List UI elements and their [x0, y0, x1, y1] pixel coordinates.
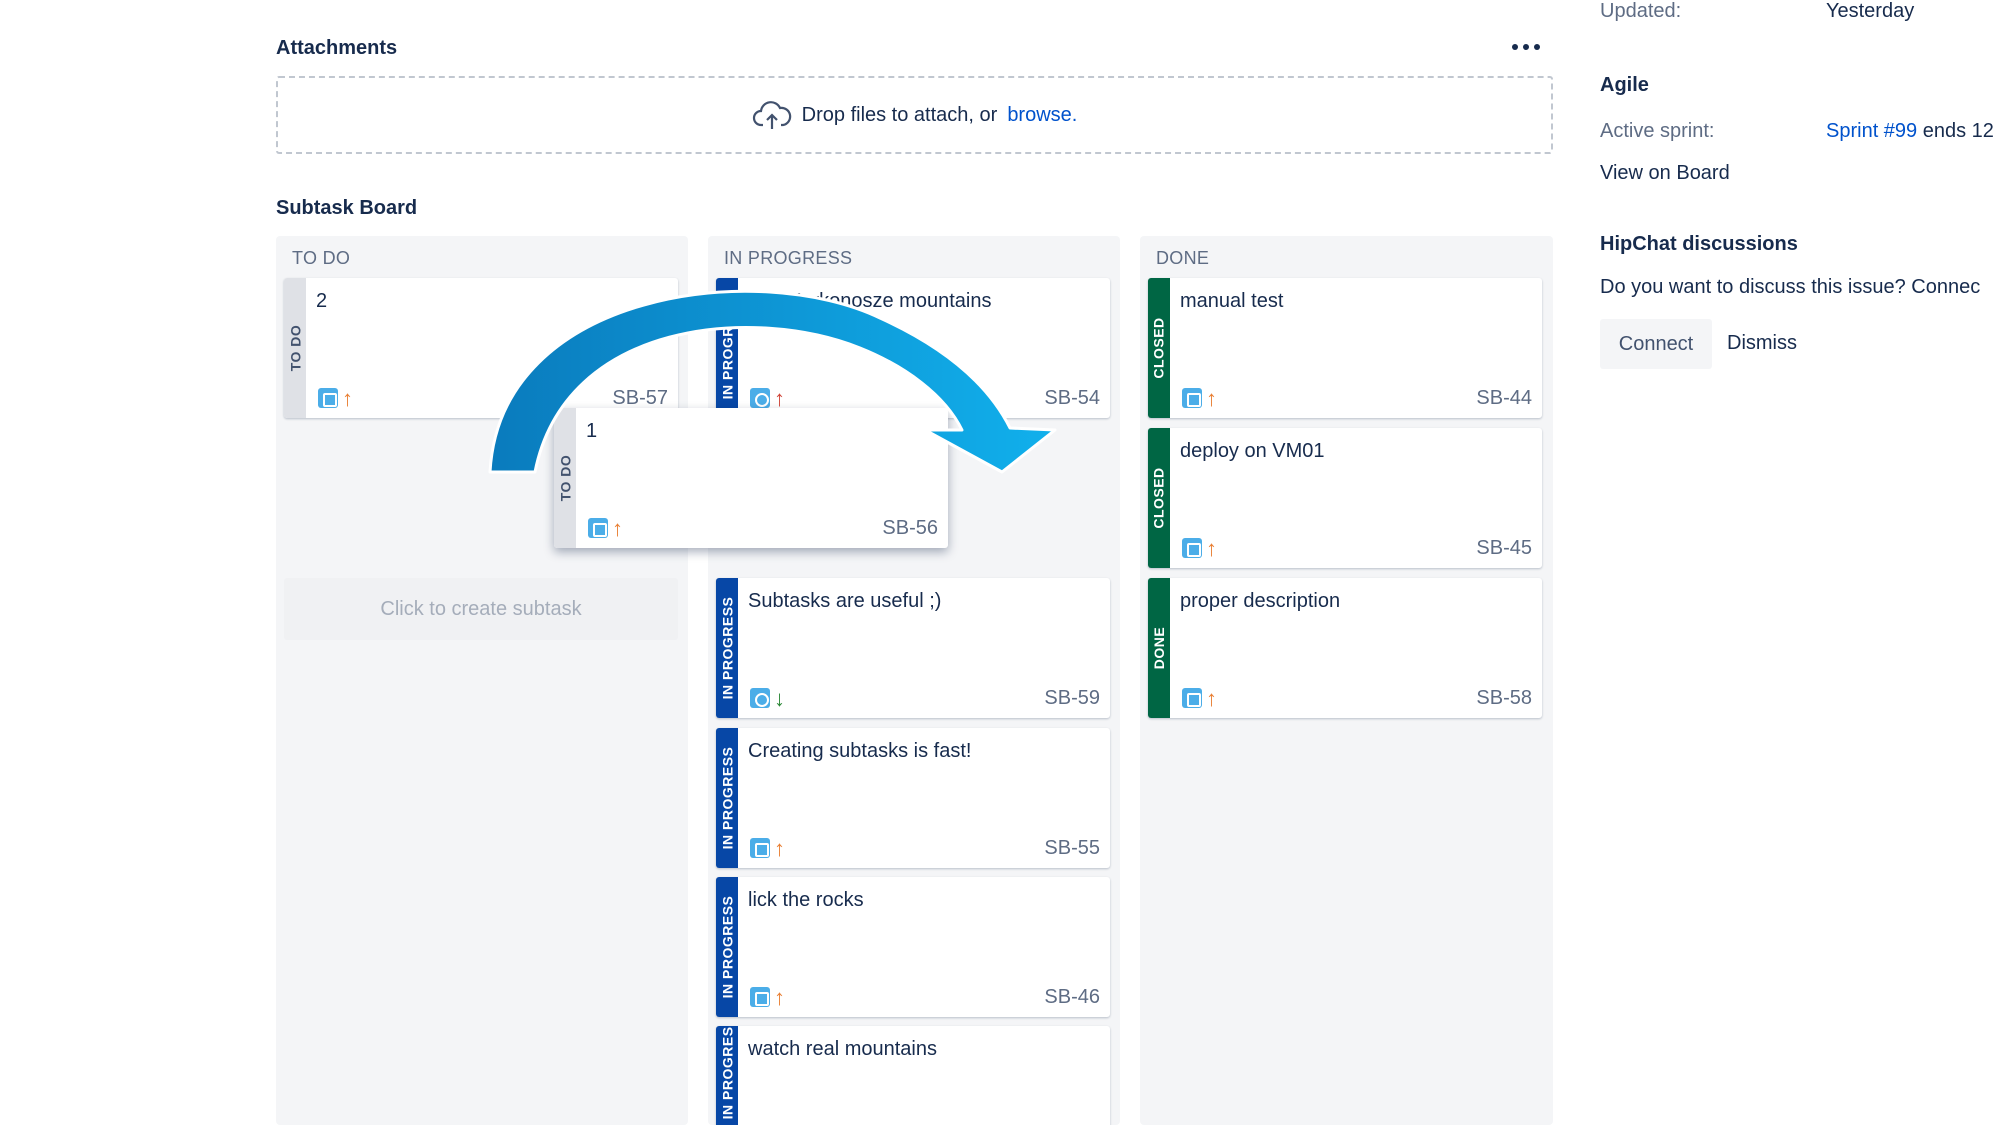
priority-medium-icon: ↑ — [612, 516, 623, 541]
subtask-card[interactable]: IN PROGRESS Subtasks are useful ;) ↓ SB-… — [716, 578, 1110, 718]
subtask-type-icon — [1182, 388, 1202, 408]
status-stripe: IN PROGRESS — [716, 877, 738, 1017]
status-label: TO DO — [287, 324, 304, 372]
priority-high-icon: ↑ — [774, 386, 785, 411]
card-summary: lick the rocks — [748, 889, 864, 911]
card-summary: proper description — [1180, 590, 1341, 612]
status-label: IN PROGRESS — [719, 596, 735, 700]
priority-medium-icon: ↑ — [1206, 686, 1217, 711]
hipchat-title: HipChat discussions — [1600, 233, 1798, 255]
subtask-card[interactable]: IN PROGRESS lick the rocks ↑ SB-46 — [716, 877, 1110, 1017]
status-label: IN PROGRESS — [719, 296, 735, 400]
connect-button[interactable]: Connect — [1600, 319, 1712, 369]
status-label: IN PROGRESS — [719, 895, 735, 999]
priority-medium-icon: ↑ — [774, 985, 785, 1010]
subtask-type-icon — [750, 987, 770, 1007]
updated-label: Updated: — [1600, 0, 1682, 22]
status-label: CLOSED — [1151, 467, 1167, 529]
card-summary: watch real mountains — [748, 1038, 937, 1060]
sprint-suffix: ends 12 — [1922, 120, 1994, 142]
priority-medium-icon: ↑ — [1206, 386, 1217, 411]
subtask-type-icon — [1182, 538, 1202, 558]
subtask-card[interactable]: DONE proper description ↑ SB-58 — [1148, 578, 1542, 718]
attachments-title: Attachments — [276, 37, 398, 59]
card-key[interactable]: SB-56 — [882, 517, 938, 540]
attachment-dropzone[interactable]: Drop files to attach, or browse. — [276, 76, 1553, 154]
cloud-upload-icon — [752, 101, 791, 129]
card-key[interactable]: SB-58 — [1476, 687, 1532, 710]
agile-title: Agile — [1600, 74, 1649, 96]
priority-medium-icon: ↑ — [774, 836, 785, 861]
card-summary: Creating subtasks is fast! — [748, 740, 972, 762]
dragged-subtask-card[interactable]: TO DO 1 ↑ SB-56 — [554, 408, 948, 548]
card-summary: Subtasks are useful ;) — [748, 590, 942, 612]
priority-medium-icon: ↑ — [342, 386, 353, 411]
priority-medium-icon: ↑ — [1206, 536, 1217, 561]
status-stripe: IN PROGRESS — [716, 1026, 738, 1125]
priority-low-icon: ↓ — [774, 686, 785, 711]
sprint-link[interactable]: Sprint #99 — [1826, 120, 1917, 142]
card-key[interactable]: SB-46 — [1044, 986, 1100, 1009]
status-label: IN PROGRESS — [719, 1026, 735, 1120]
card-summary: 2 — [316, 290, 328, 312]
drop-text: Drop files to attach, or — [801, 103, 998, 126]
status-stripe: IN PROGRESS — [716, 278, 738, 418]
column-title: TO DO — [292, 248, 351, 268]
card-key[interactable]: SB-44 — [1476, 387, 1532, 410]
column-title: DONE — [1156, 248, 1210, 268]
status-stripe: CLOSED — [1148, 428, 1170, 568]
card-summary: 1 — [586, 420, 598, 442]
create-subtask-button[interactable]: Click to create subtask — [284, 578, 678, 640]
card-summary: manual test — [1180, 290, 1284, 312]
card-summary: deploy on VM01 — [1180, 440, 1325, 462]
status-stripe: CLOSED — [1148, 278, 1170, 418]
card-key[interactable]: SB-55 — [1044, 837, 1100, 860]
status-label: CLOSED — [1151, 317, 1167, 379]
active-sprint-label: Active sprint: — [1600, 120, 1715, 142]
card-key[interactable]: SB-54 — [1044, 387, 1100, 410]
card-key[interactable]: SB-57 — [612, 387, 668, 410]
subtask-type-icon — [750, 388, 770, 408]
view-on-board-link[interactable]: View on Board — [1600, 162, 1730, 185]
active-sprint-value: Sprint #99 ends 12 — [1826, 120, 1994, 143]
status-label: IN PROGRESS — [719, 746, 735, 850]
card-key[interactable]: SB-45 — [1476, 537, 1532, 560]
status-stripe: TO DO — [554, 408, 576, 548]
subtask-card[interactable]: CLOSED deploy on VM01 ↑ SB-45 — [1148, 428, 1542, 568]
subtask-card[interactable]: TO DO 2 ↑ SB-57 — [284, 278, 678, 418]
status-stripe: DONE — [1148, 578, 1170, 718]
card-summary: visit Karkonosze mountains — [748, 290, 992, 312]
subtask-type-icon — [318, 388, 338, 408]
subtask-board-title: Subtask Board — [276, 197, 418, 219]
subtask-card[interactable]: CLOSED manual test ↑ SB-44 — [1148, 278, 1542, 418]
hipchat-text: Do you want to discuss this issue? Conne… — [1600, 276, 1981, 298]
subtask-type-icon — [750, 688, 770, 708]
status-stripe: IN PROGRESS — [716, 728, 738, 868]
status-label: TO DO — [557, 454, 574, 502]
subtask-type-icon — [750, 838, 770, 858]
status-stripe: IN PROGRESS — [716, 578, 738, 718]
subtask-card[interactable]: IN PROGRESS Creating subtasks is fast! ↑… — [716, 728, 1110, 868]
subtask-type-icon — [588, 518, 608, 538]
status-stripe: TO DO — [284, 278, 306, 418]
status-label: DONE — [1151, 626, 1168, 670]
more-icon[interactable] — [1508, 32, 1544, 62]
subtask-type-icon — [1182, 688, 1202, 708]
subtask-card[interactable]: IN PROGRESS visit Karkonosze mountains ↑… — [716, 278, 1110, 418]
column-title: IN PROGRESS — [724, 248, 853, 268]
updated-value: Yesterday — [1826, 0, 1915, 22]
browse-link[interactable]: browse. — [1007, 104, 1077, 127]
subtask-card[interactable]: IN PROGRESS watch real mountains — [716, 1026, 1110, 1125]
dismiss-link[interactable]: Dismiss — [1727, 332, 1797, 355]
card-key[interactable]: SB-59 — [1044, 687, 1100, 710]
